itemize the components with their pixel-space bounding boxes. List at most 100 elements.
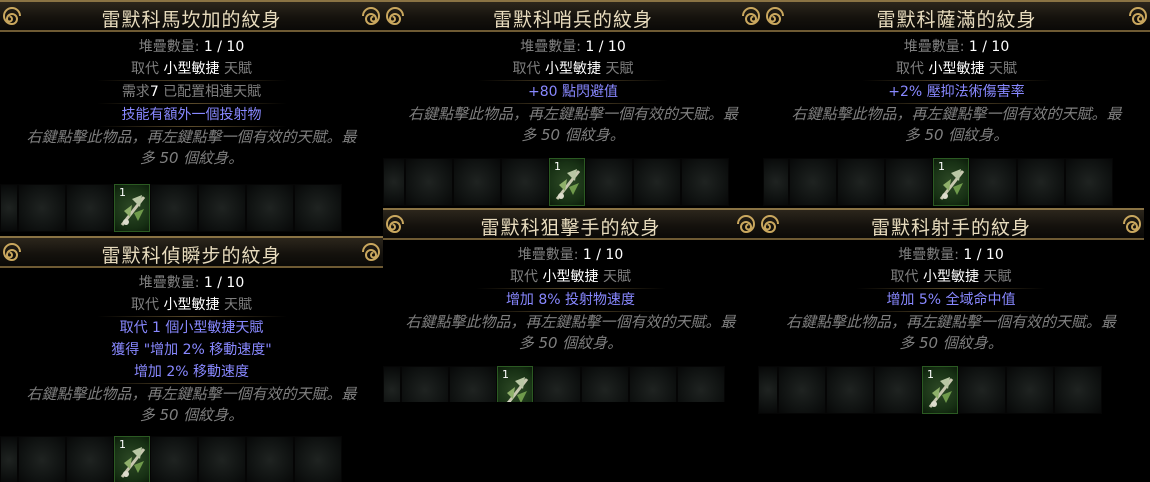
usage-text: 右鍵點擊此物品，再左鍵點擊一個有效的天賦。最 xyxy=(791,105,1122,123)
requirement-line: 需求7 已配置相連天賦 xyxy=(121,84,262,100)
inventory-grid: 1 xyxy=(383,366,725,402)
inventory-cell[interactable] xyxy=(837,158,885,206)
ornament-icon xyxy=(739,4,763,28)
ornament-icon xyxy=(734,212,758,236)
inventory-cell[interactable] xyxy=(150,436,198,482)
inventory-cell[interactable] xyxy=(677,366,725,402)
inventory-cell[interactable] xyxy=(383,366,401,402)
card-header: 雷默科偵瞬步的紋身 xyxy=(0,236,383,268)
tattoo-icon xyxy=(926,373,956,411)
tattoo-icon xyxy=(553,165,583,203)
inventory-cell[interactable] xyxy=(501,158,549,206)
inventory-cell[interactable] xyxy=(453,158,501,206)
inventory-cell[interactable] xyxy=(401,366,449,402)
tattoo-item-slot[interactable]: 1 xyxy=(933,158,969,206)
inventory-cell[interactable] xyxy=(383,158,405,206)
inventory-cell[interactable] xyxy=(533,366,581,402)
stack-size: 堆疊數量: 1 / 10 xyxy=(138,275,245,291)
card-title: 雷默科哨兵的紋身 xyxy=(492,9,653,31)
usage-text: 右鍵點擊此物品，再左鍵點擊一個有效的天賦。最 xyxy=(26,128,357,146)
replace-line: 取代 小型敏捷 天賦 xyxy=(890,269,1012,285)
inventory-cell[interactable] xyxy=(969,158,1017,206)
inventory-cell[interactable] xyxy=(1017,158,1065,206)
inventory-cell[interactable] xyxy=(789,158,837,206)
inventory-cell[interactable] xyxy=(885,158,933,206)
inventory-cell[interactable] xyxy=(18,436,66,482)
replace-line: 取代 小型敏捷 天賦 xyxy=(512,61,634,77)
inventory-cell[interactable] xyxy=(198,184,246,232)
tattoo-item-slot[interactable]: 1 xyxy=(497,366,533,402)
tattoo-item-slot[interactable]: 1 xyxy=(549,158,585,206)
inventory-cell[interactable] xyxy=(1054,366,1102,414)
tattoo-item-slot[interactable]: 1 xyxy=(922,366,958,414)
usage-text: 多 50 個紋身。 xyxy=(899,334,1003,352)
inventory-cell[interactable] xyxy=(763,158,789,206)
tattoo-icon xyxy=(118,443,148,481)
usage-text: 多 50 個紋身。 xyxy=(904,126,1009,144)
usage-text: 右鍵點擊此物品，再左鍵點擊一個有效的天賦。最 xyxy=(407,105,738,123)
replace-line: 取代 小型敏捷 天賦 xyxy=(896,61,1017,77)
replace-line: 取代 小型敏捷 天賦 xyxy=(131,61,252,77)
tattoo-item-slot[interactable]: 1 xyxy=(114,184,150,232)
inventory-cell[interactable] xyxy=(246,436,294,482)
tattoo-icon xyxy=(501,373,531,402)
stack-size: 堆疊數量: 1 / 10 xyxy=(903,39,1010,55)
usage-text: 多 50 個紋身。 xyxy=(521,126,625,144)
inventory-cell[interactable] xyxy=(294,436,342,482)
inventory-cell[interactable] xyxy=(629,366,677,402)
ornament-icon xyxy=(359,4,383,28)
inventory-cell[interactable] xyxy=(585,158,633,206)
usage-text: 多 50 個紋身。 xyxy=(139,149,244,167)
inventory-cell[interactable] xyxy=(958,366,1006,414)
inventory-cell[interactable] xyxy=(0,184,18,232)
usage-text: 右鍵點擊此物品，再左鍵點擊一個有效的天賦。最 xyxy=(26,385,357,403)
inventory-grid: 1 xyxy=(0,184,342,232)
card-title: 雷默科馬坎加的紋身 xyxy=(101,9,282,31)
tattoo-item-slot[interactable]: 1 xyxy=(114,436,150,482)
tattoo-card: 雷默科哨兵的紋身 堆疊數量: 1 / 10 取代 小型敏捷 天賦 +80 點閃避… xyxy=(383,0,763,208)
tattoo-card: 雷默科薩滿的紋身 堆疊數量: 1 / 10 取代 小型敏捷 天賦 +2% 壓抑法… xyxy=(763,0,1150,208)
inventory-cell[interactable] xyxy=(0,436,18,482)
inventory-grid: 1 xyxy=(383,158,729,206)
card-title: 雷默科狙擊手的紋身 xyxy=(480,217,661,239)
card-header: 雷默科射手的紋身 xyxy=(758,208,1144,240)
inventory-cell[interactable] xyxy=(633,158,681,206)
inventory-cell[interactable] xyxy=(294,184,342,232)
inventory-cell[interactable] xyxy=(681,158,729,206)
replace-line: 取代 小型敏捷 天賦 xyxy=(131,297,252,313)
stack-size: 堆疊數量: 1 / 10 xyxy=(517,247,624,263)
inventory-cell[interactable] xyxy=(758,366,778,414)
ornament-icon xyxy=(1120,212,1144,236)
inventory-cell[interactable] xyxy=(246,184,294,232)
usage-text: 多 50 個紋身。 xyxy=(139,406,244,424)
mod-line: 獲得 "增加 2% 移動速度" xyxy=(111,342,272,358)
inventory-grid: 1 xyxy=(763,158,1113,206)
card-header: 雷默科馬坎加的紋身 xyxy=(0,0,383,32)
card-header: 雷默科哨兵的紋身 xyxy=(383,0,763,32)
inventory-cell[interactable] xyxy=(66,184,114,232)
card-header: 雷默科狙擊手的紋身 xyxy=(383,208,758,240)
stack-size: 堆疊數量: 1 / 10 xyxy=(898,247,1004,263)
inventory-cell[interactable] xyxy=(874,366,922,414)
inventory-cell[interactable] xyxy=(778,366,826,414)
inventory-cell[interactable] xyxy=(826,366,874,414)
usage-text: 右鍵點擊此物品，再左鍵點擊一個有效的天賦。最 xyxy=(785,313,1116,331)
tattoo-card: 雷默科偵瞬步的紋身 堆疊數量: 1 / 10 取代 小型敏捷 天賦 取代 1 個… xyxy=(0,236,383,482)
mod-line: 技能有額外一個投射物 xyxy=(121,107,262,123)
inventory-cell[interactable] xyxy=(150,184,198,232)
inventory-cell[interactable] xyxy=(18,184,66,232)
inventory-cell[interactable] xyxy=(198,436,246,482)
ornament-icon xyxy=(1126,4,1150,28)
stack-size: 堆疊數量: 1 / 10 xyxy=(520,39,626,55)
card-title: 雷默科射手的紋身 xyxy=(870,217,1031,239)
usage-text: 多 50 個紋身。 xyxy=(518,334,623,352)
inventory-grid: 1 xyxy=(758,366,1102,414)
inventory-cell[interactable] xyxy=(66,436,114,482)
inventory-cell[interactable] xyxy=(449,366,497,402)
inventory-cell[interactable] xyxy=(1065,158,1113,206)
inventory-cell[interactable] xyxy=(581,366,629,402)
inventory-cell[interactable] xyxy=(1006,366,1054,414)
inventory-cell[interactable] xyxy=(405,158,453,206)
tattoo-card: 雷默科狙擊手的紋身 堆疊數量: 1 / 10 取代 小型敏捷 天賦 增加 8% … xyxy=(383,208,758,402)
replace-line: 取代 小型敏捷 天賦 xyxy=(510,269,631,285)
